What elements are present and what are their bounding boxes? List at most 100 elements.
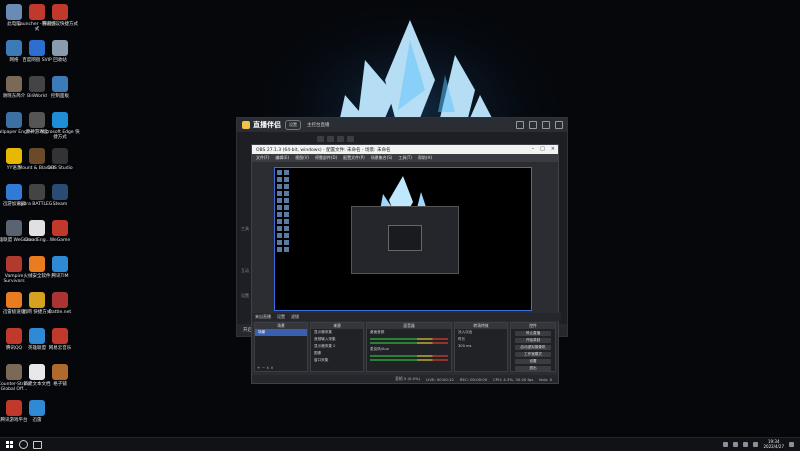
search-icon: [18, 440, 28, 449]
desktop-icon[interactable]: 迅雷: [17, 400, 57, 423]
start-button[interactable]: [4, 440, 14, 449]
tool-icon[interactable]: [347, 136, 354, 142]
menu-view[interactable]: 视图(V): [295, 155, 309, 161]
obs-preview[interactable]: [274, 167, 532, 311]
tray-arrow-icon[interactable]: [723, 441, 729, 447]
obs-minimize-button[interactable]: –: [532, 146, 535, 152]
desktop-icon-label: 控制面板: [51, 94, 69, 99]
obs-maximize-button[interactable]: □: [540, 146, 545, 152]
desktop-icon-label: 格子铺: [53, 382, 67, 387]
desktop-icon-label: 腾讯会议快捷方式: [42, 22, 78, 27]
desktop-icon[interactable]: 控制面板: [40, 76, 80, 99]
side-label-interact[interactable]: 互动: [241, 268, 249, 274]
taskbar: 19:34 2022/4/27: [0, 437, 800, 451]
sources-dock: 来源 显示器采集 音频输入采集 显示器采集 2 图像 窗口采集: [310, 322, 364, 372]
scene-item[interactable]: 场景: [255, 329, 307, 336]
volume-icon[interactable]: [743, 441, 749, 447]
menu-edit[interactable]: 编辑(E): [275, 155, 289, 161]
taskbar-clock[interactable]: 19:34 2022/4/27: [763, 439, 784, 449]
app-icon: [52, 148, 68, 164]
obs-docks: 场景 场景 + − ∧ ∨ 来源 显示器采集 音频输入采集 显示器采集 2 图像…: [252, 322, 558, 372]
stop-streaming-button[interactable]: 停止直播: [515, 331, 551, 336]
source-properties-button[interactable]: 设置: [277, 314, 285, 320]
desktop-icon[interactable]: 格子铺: [40, 364, 80, 387]
tool-icon[interactable]: [327, 136, 334, 142]
app-icon: [52, 256, 68, 272]
desktop-icon[interactable]: OBS Studio: [40, 148, 80, 171]
desktop-icon[interactable]: Steam: [40, 184, 80, 207]
notification-icon[interactable]: [789, 441, 794, 447]
system-tray: 19:34 2022/4/27: [723, 439, 794, 449]
menu-docks[interactable]: 停靠部件(D): [315, 155, 337, 161]
studio-mode-button[interactable]: 工作室模式: [515, 352, 551, 357]
app-tab-label[interactable]: 主控台直播: [307, 122, 330, 128]
app-icon: [52, 184, 68, 200]
desktop-icon-label: 网易云音乐: [48, 346, 72, 351]
desktop-icon[interactable]: 回收站: [40, 40, 80, 63]
obs-title: OBS 27.1.3 (64-bit, windows) - 配置文件: 未命名…: [256, 147, 391, 153]
desktop-icon[interactable]: Battle.net: [40, 292, 80, 315]
source-item[interactable]: 窗口采集: [311, 357, 363, 364]
source-item[interactable]: 图像: [311, 350, 363, 357]
mixer-track-label: 麦克风/Aux: [370, 347, 389, 351]
desktop-icon[interactable]: 腾讯TIM: [40, 256, 80, 279]
desktop-icon[interactable]: WeGame: [40, 220, 80, 243]
source-item[interactable]: 显示器采集 2: [311, 343, 363, 350]
tool-icon[interactable]: [337, 136, 344, 142]
mixer-dock: 混音器 桌面音频 麦克风/Aux: [366, 322, 452, 372]
menu-file[interactable]: 文件(F): [256, 155, 269, 161]
source-item[interactable]: 音频输入采集: [311, 336, 363, 343]
app-close-icon[interactable]: [555, 121, 563, 129]
app-icon: [52, 4, 68, 20]
source-toolbar-label: 来自直播: [255, 314, 271, 319]
app-minimize-icon[interactable]: [529, 121, 537, 129]
virtual-camera-button[interactable]: 启动虚拟摄像机: [515, 345, 551, 350]
task-view-button[interactable]: [32, 440, 42, 449]
obs-close-button[interactable]: ×: [551, 146, 555, 152]
app-icon: [29, 400, 45, 416]
obs-window[interactable]: OBS 27.1.3 (64-bit, windows) - 配置文件: 未命名…: [251, 144, 561, 384]
exit-button[interactable]: 退出: [515, 366, 551, 371]
preview-nested-inner: [388, 225, 422, 251]
menu-profile[interactable]: 配置文件(P): [343, 155, 365, 161]
windows-logo-icon: [5, 441, 13, 448]
obs-menubar: 文件(F) 编辑(E) 视图(V) 停靠部件(D) 配置文件(P) 场景集合(S…: [252, 154, 558, 162]
menu-scene-collection[interactable]: 场景集合(S): [371, 155, 393, 161]
network-icon[interactable]: [733, 441, 739, 447]
desktop-icon-label: Battle.net: [48, 310, 72, 315]
status-dropped-frames: 丢帧 0 (0.0%): [395, 376, 421, 381]
mixer-volume-meter: [370, 338, 448, 340]
desktop-icon[interactable]: 腾讯会议快捷方式: [40, 4, 80, 27]
mixer-volume-meter: [370, 359, 448, 361]
app-icon: [52, 40, 68, 56]
menu-help[interactable]: 帮助(H): [418, 155, 432, 161]
source-item[interactable]: 显示器采集: [311, 329, 363, 336]
settings-button[interactable]: 设置: [515, 359, 551, 364]
status-live-time: LIVE: 00:00:12: [426, 376, 454, 382]
source-filters-button[interactable]: 滤镜: [291, 314, 299, 320]
transition-select[interactable]: 淡入淡出: [455, 329, 507, 336]
desktop-icon-label: 迅雷: [32, 418, 42, 423]
input-method-icon[interactable]: [753, 441, 759, 447]
start-recording-button[interactable]: 开始录制: [515, 338, 551, 343]
mixer-track-label: 桌面音频: [370, 330, 385, 334]
controls-dock-title: 控件: [511, 323, 555, 329]
app-maximize-icon[interactable]: [542, 121, 550, 129]
app-window-controls: [516, 121, 563, 129]
app-icon: [52, 112, 68, 128]
side-label-tools[interactable]: 工具: [241, 226, 249, 232]
transition-duration-input[interactable]: 300 ms: [455, 343, 507, 349]
app-menu-icon[interactable]: [516, 121, 524, 129]
status-rec-time: REC: 00:00:00: [459, 376, 488, 382]
taskbar-search-button[interactable]: [18, 440, 28, 449]
menu-tools[interactable]: 工具(T): [398, 155, 412, 161]
desktop-icon[interactable]: 网易云音乐: [40, 328, 80, 351]
tool-icon[interactable]: [317, 136, 324, 142]
transition-duration-label: 时长: [458, 337, 466, 341]
app-settings-pill[interactable]: 设置: [285, 120, 301, 130]
desktop-icon[interactable]: Microsoft Edge 快捷方式: [40, 112, 80, 140]
scenes-dock-footer: + − ∧ ∨: [257, 365, 274, 370]
clock-date: 2022/4/27: [763, 444, 784, 449]
app-icon: [52, 364, 68, 380]
side-label-settings[interactable]: 设置: [241, 293, 249, 299]
